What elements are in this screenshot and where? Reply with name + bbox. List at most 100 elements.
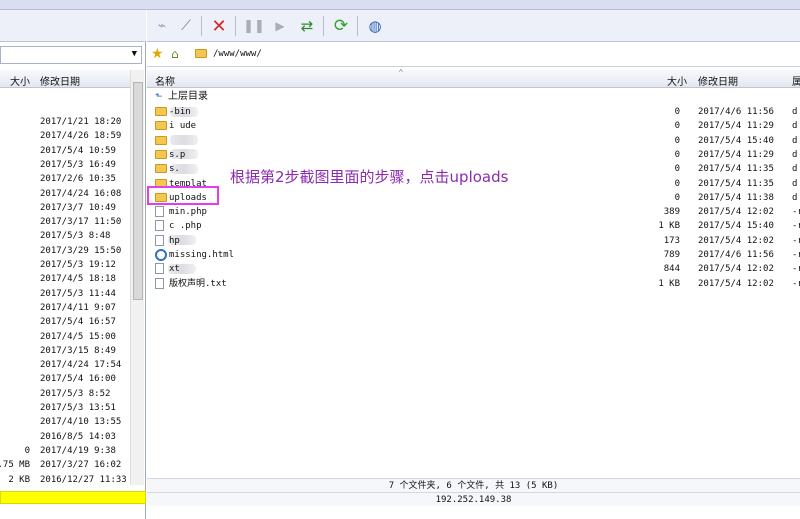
globe-icon[interactable]: ◍ xyxy=(364,15,386,37)
local-file-row[interactable]: 2017/5/3 11:44 xyxy=(0,287,130,301)
local-file-date: 2017/5/3 8:48 xyxy=(40,231,111,242)
local-file-row[interactable]: 2017/2/6 10:35 xyxy=(0,172,130,186)
redacted-name xyxy=(170,135,198,146)
remote-col-attr[interactable]: 属 xyxy=(792,73,800,88)
remote-file-row[interactable]: -bin 0 2017/4/6 11:56 d xyxy=(155,105,800,119)
remote-col-size[interactable]: 大小 xyxy=(667,73,687,88)
local-file-row[interactable]: 2017/1/21 18:20 xyxy=(0,115,130,129)
folder-icon xyxy=(155,135,167,145)
local-file-row[interactable]: 2017/5/3 8:48 xyxy=(0,229,130,243)
sort-arrow-icon: ^ xyxy=(399,68,403,77)
remote-server-ip: 192.252.149.38 xyxy=(147,492,800,506)
refresh-icon[interactable]: ⟳ xyxy=(330,15,352,37)
local-scrollbar[interactable] xyxy=(130,70,144,485)
remote-file-date: 2017/5/4 11:35 xyxy=(698,164,774,175)
local-file-row[interactable]: 2017/3/29 15:50 xyxy=(0,244,130,258)
remote-toolbar: ⌁ ⟋ ✕ ❚❚ ▶ ⇄ ⟳ ◍ xyxy=(147,10,800,42)
remote-file-row[interactable]: 0 2017/5/4 15:40 d xyxy=(155,134,800,148)
local-file-row[interactable]: 2017/3/17 11:50 xyxy=(0,215,130,229)
local-file-date: 2017/5/3 13:51 xyxy=(40,403,116,413)
remote-file-row[interactable]: i ude 0 2017/5/4 11:29 d xyxy=(155,119,800,133)
file-icon xyxy=(155,220,164,232)
remote-file-date: 2017/4/6 11:56 xyxy=(698,250,774,260)
remote-file-attr: -r xyxy=(792,207,800,218)
local-file-row[interactable]: 2017/4/24 17:54 xyxy=(0,358,130,372)
transfer-icon[interactable]: ▶ xyxy=(269,15,291,37)
local-col-date[interactable]: 修改日期 xyxy=(40,73,80,88)
local-file-row[interactable]: 2017/5/3 8:52 xyxy=(0,387,130,401)
remote-file-row[interactable]: min.php 389 2017/5/4 12:02 -r xyxy=(155,205,800,219)
remote-file-name: s.p xyxy=(169,149,186,160)
remote-file-row[interactable]: 版权声明.txt 1 KB 2017/5/4 12:02 -r xyxy=(155,277,800,291)
remote-col-date[interactable]: 修改日期 xyxy=(698,73,738,88)
remote-file-attr: d xyxy=(792,135,798,146)
local-file-row[interactable]: 2017/3/15 8:49 xyxy=(0,344,130,358)
local-file-row[interactable]: 2017/4/5 15:00 xyxy=(0,330,130,344)
local-file-row[interactable]: 2017/4/24 16:08 xyxy=(0,187,130,201)
remote-file-row[interactable]: hp 173 2017/5/4 12:02 -r xyxy=(155,234,800,248)
remote-file-attr: d xyxy=(792,164,798,175)
quick-connect-icon[interactable]: ⟋ xyxy=(175,15,197,37)
remote-file-size: 844 xyxy=(663,264,680,275)
chevron-down-icon[interactable]: ▼ xyxy=(132,49,137,59)
local-file-row[interactable]: 2016/8/5 14:03 xyxy=(0,430,130,444)
progress-bar xyxy=(0,491,146,504)
local-file-date: 2017/3/7 10:49 xyxy=(40,202,116,213)
scroll-thumb[interactable] xyxy=(133,82,143,300)
toolbar-separator xyxy=(201,16,202,36)
remote-file-attr: -r xyxy=(792,264,800,275)
parent-directory-row[interactable]: ⬑ 上层目录 xyxy=(155,90,208,104)
local-col-size[interactable]: 大小 xyxy=(10,73,30,88)
local-file-date: 2016/8/5 14:03 xyxy=(40,431,116,442)
remote-path-bar: ★ ⌂ /www/www/ xyxy=(147,43,800,67)
window-top-strip xyxy=(0,0,800,10)
file-icon xyxy=(155,234,164,246)
remote-path[interactable]: /www/www/ xyxy=(213,49,262,59)
local-file-date: 2017/3/27 16:02 xyxy=(40,460,122,471)
disconnect-icon[interactable]: ✕ xyxy=(208,15,230,37)
local-file-date: 2017/4/19 9:38 xyxy=(40,445,116,456)
folder-icon xyxy=(155,107,167,116)
local-file-row[interactable]: 2017/5/4 10:59 xyxy=(0,144,130,158)
toolbar-separator xyxy=(323,16,324,36)
local-file-row[interactable]: 2017/4/11 9:07 xyxy=(0,301,130,315)
local-file-size: .75 MB xyxy=(0,460,30,471)
local-file-row[interactable]: 2017/5/4 16:57 xyxy=(0,315,130,329)
remote-file-size: 0 xyxy=(674,192,680,203)
remote-file-date: 2017/5/4 12:02 xyxy=(698,207,774,218)
log-area xyxy=(147,507,800,519)
local-file-row[interactable]: 2017/5/3 19:12 xyxy=(0,258,130,272)
remote-file-date: 2017/5/4 11:29 xyxy=(698,149,774,160)
remote-file-attr: -r xyxy=(792,235,800,246)
local-file-row[interactable]: 2017/4/5 18:18 xyxy=(0,272,130,286)
local-file-date: 2017/5/4 16:00 xyxy=(40,374,116,385)
favorite-star-icon[interactable]: ★ xyxy=(151,46,164,62)
sync-icon[interactable]: ⇄ xyxy=(296,15,318,37)
connect-icon[interactable]: ⌁ xyxy=(151,15,173,37)
remote-file-row[interactable]: xt 844 2017/5/4 12:02 -r xyxy=(155,262,800,276)
local-file-row[interactable]: 2017/5/3 16:49 xyxy=(0,158,130,172)
local-file-size: 0 xyxy=(24,445,30,456)
remote-file-date: 2017/5/4 15:40 xyxy=(698,221,774,232)
local-file-date: 2017/4/5 18:18 xyxy=(40,274,116,285)
local-file-date: 2017/4/26 18:59 xyxy=(40,131,122,142)
local-file-row[interactable]: 2017/5/3 13:51 xyxy=(0,401,130,415)
bookmark-folder-icon[interactable]: ⌂ xyxy=(171,47,179,61)
remote-file-row[interactable]: s.p 0 2017/5/4 11:29 d xyxy=(155,148,800,162)
uploads-folder-row[interactable]: uploads 0 2017/5/4 11:38 d xyxy=(155,191,800,205)
remote-col-name[interactable]: 名称 xyxy=(155,73,175,88)
local-toolbar xyxy=(0,10,146,42)
remote-file-row[interactable]: missing.html 789 2017/4/6 11:56 -r xyxy=(155,248,800,262)
toolbar-separator xyxy=(235,16,236,36)
local-file-row[interactable]: 0 2017/4/19 9:38 xyxy=(0,444,130,458)
folder-icon xyxy=(195,49,207,58)
local-file-row[interactable]: 2017/4/10 13:55 xyxy=(0,415,130,429)
pause-icon[interactable]: ❚❚ xyxy=(243,15,265,37)
local-drive-select[interactable]: ▼ xyxy=(0,46,142,64)
local-file-row[interactable]: 2017/5/4 16:00 xyxy=(0,372,130,386)
remote-file-row[interactable]: c .php 1 KB 2017/5/4 15:40 -r xyxy=(155,219,800,233)
local-file-row[interactable]: 2017/4/26 18:59 xyxy=(0,129,130,143)
local-file-row[interactable]: 2 KB 2016/12/27 11:33 xyxy=(0,473,130,487)
local-file-row[interactable]: .75 MB 2017/3/27 16:02 xyxy=(0,458,130,472)
local-file-row[interactable]: 2017/3/7 10:49 xyxy=(0,201,130,215)
